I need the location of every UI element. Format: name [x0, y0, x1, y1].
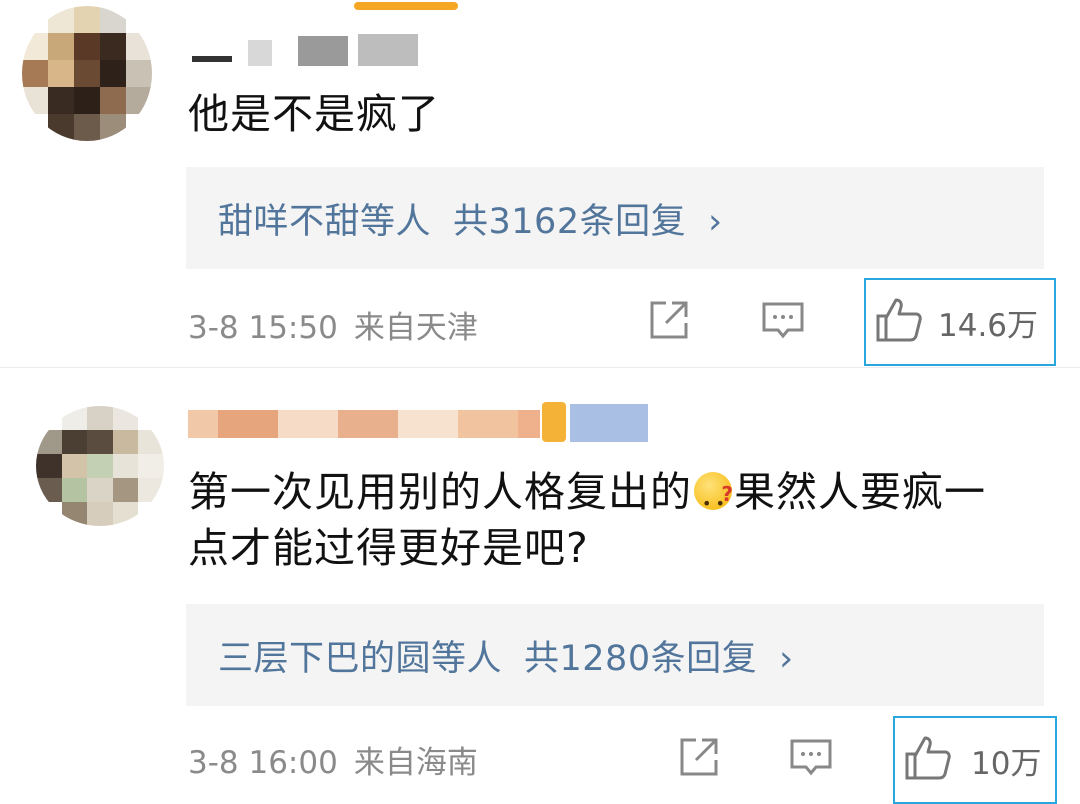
reply-summary-text: 甜咩不甜等人 共3162条回复 ›	[218, 193, 723, 244]
chevron-right-icon: ›	[779, 639, 794, 679]
comment-icon[interactable]	[760, 298, 806, 344]
location: 来自海南	[353, 745, 478, 781]
like-count: 10万	[971, 746, 1042, 782]
username-blurred[interactable]	[188, 398, 658, 446]
comment-meta: 3-8 16:00 来自海南	[188, 737, 478, 782]
comment-item: 第一次见用别的人格复出的果然人要疯一 点才能过得更好是吧? 三层下巴的圆等人共1…	[0, 368, 1080, 804]
confused-emoji-icon	[694, 466, 734, 532]
like-count: 14.6万	[938, 308, 1039, 344]
timestamp: 3-8 15:50	[188, 310, 338, 346]
username-blurred[interactable]	[188, 30, 428, 72]
reply-summary[interactable]: 三层下巴的圆等人 共1280条回复 ›	[186, 604, 1044, 706]
comment-item: 他是不是疯了 甜咩不甜等人 共3162条回复 › 3-8 15:50 来自天津 14.…	[0, 0, 1080, 367]
like-button[interactable]: 14.6万	[864, 278, 1056, 366]
reply-count: 共1280条回复	[524, 639, 758, 679]
avatar[interactable]	[36, 406, 164, 526]
reply-names: 三层下巴的圆等人	[218, 639, 503, 679]
comment-text: 第一次见用别的人格复出的果然人要疯一 点才能过得更好是吧?	[188, 464, 1040, 576]
reply-names: 甜咩不甜等人	[218, 202, 432, 242]
comment-text-line2: 点才能过得更好是吧?	[188, 524, 589, 572]
reply-summary-text: 三层下巴的圆等人 共1280条回复 ›	[218, 630, 794, 681]
comment-icon[interactable]	[788, 735, 834, 781]
chevron-right-icon: ›	[708, 202, 723, 242]
reply-summary[interactable]: 甜咩不甜等人 共3162条回复 ›	[186, 167, 1044, 269]
comment-text-line1: 第一次见用别的人格复出的	[188, 468, 692, 516]
comment-text-line1-end: 果然人要疯一	[734, 468, 986, 516]
share-icon[interactable]	[676, 734, 722, 780]
share-icon[interactable]	[646, 297, 692, 343]
like-button[interactable]: 10万	[893, 716, 1057, 804]
timestamp: 3-8 16:00	[188, 745, 338, 781]
reply-count: 共3162条回复	[453, 202, 687, 242]
comment-text: 他是不是疯了	[188, 90, 440, 138]
location: 来自天津	[353, 310, 478, 346]
avatar[interactable]	[22, 6, 152, 141]
thumbs-up-icon	[903, 732, 953, 786]
comment-meta: 3-8 15:50 来自天津	[188, 302, 478, 347]
thumbs-up-icon	[874, 294, 924, 348]
